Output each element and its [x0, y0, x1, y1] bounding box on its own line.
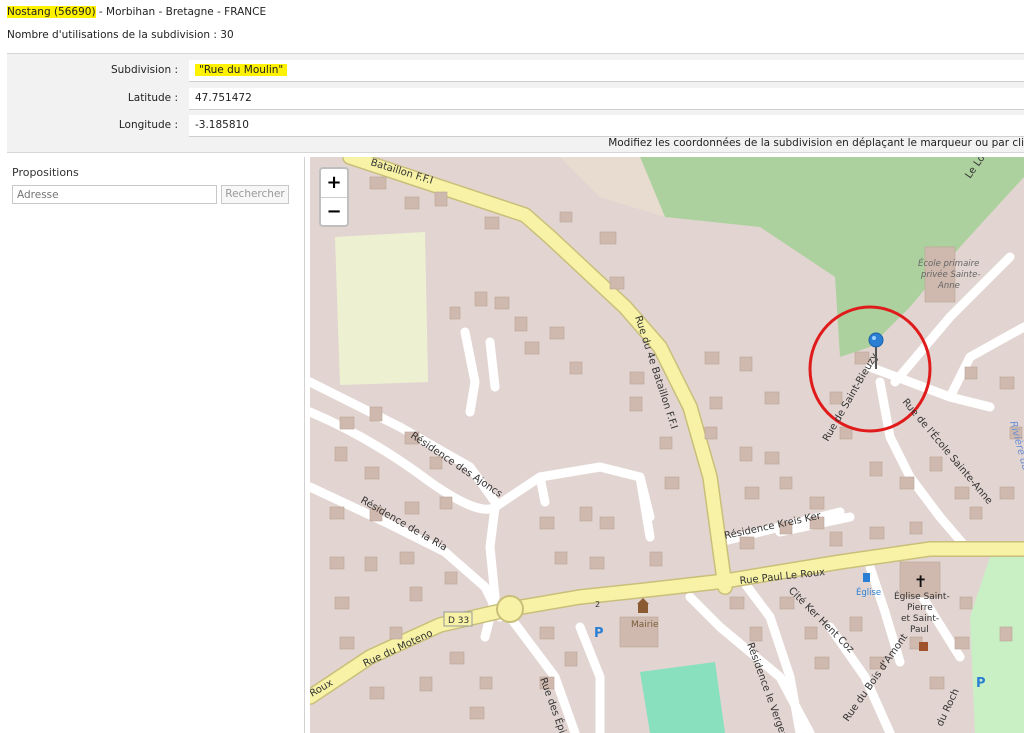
label-two: 2 [595, 600, 600, 609]
zoom-out-button[interactable]: − [321, 197, 347, 225]
subdivision-label: Subdivision : [110, 64, 178, 76]
propositions-panel: Propositions Rechercher [7, 157, 305, 733]
label-eglise-3: et Saint- [901, 614, 939, 624]
label-du-roch: du Roch [935, 687, 962, 728]
roundabout [496, 595, 524, 623]
map-canvas[interactable]: Bataillon F.F.I Rue du 4e Bataillon F.F.… [310, 157, 1024, 733]
propositions-title: Propositions [12, 166, 79, 179]
forest-area [640, 157, 1024, 357]
label-ecole-1: École primaire [918, 257, 979, 269]
label-eglise-1: Église Saint- [894, 590, 950, 602]
sports-field [640, 662, 725, 733]
longitude-label: Longitude : [118, 119, 178, 131]
label-eglise-2: Pierre [907, 603, 933, 613]
town-hall-roof [637, 598, 649, 604]
zoom-in-button[interactable]: + [321, 169, 347, 197]
latitude-label: Latitude : [127, 92, 178, 104]
subdivision-form: Subdivision : "Rue du Moulin" Latitude :… [7, 53, 1024, 153]
usage-count-line: Nombre d'utilisations de la subdivision … [7, 29, 234, 41]
label-ecole-3: Anne [937, 281, 960, 291]
label-rue-ecole-sainte-anne: Rue de l'École Sainte-Anne [900, 396, 996, 507]
subdivision-row: Subdivision : "Rue du Moulin" [7, 60, 1024, 82]
parking-icon: P [594, 626, 604, 641]
label-residence-ria: Résidence de la Ria [359, 494, 450, 553]
header: Nostang (56690) - Morbihan - Bretagne - … [0, 0, 1024, 52]
map-hint: Modifiez les coordonnées de la subdivisi… [608, 137, 1024, 149]
label-cite-ker-hent-coz: Cité Ker Hent Coz [786, 585, 857, 656]
map-view[interactable]: Bataillon F.F.I Rue du 4e Bataillon F.F.… [310, 157, 1024, 733]
marker-highlight [872, 336, 876, 340]
usage-count: 30 [220, 29, 234, 41]
green-area [970, 552, 1024, 733]
church-icon: ✝ [914, 572, 927, 591]
label-eglise-bus: Église [856, 586, 881, 598]
label-mairie: Mairie [631, 620, 659, 630]
bus-stop-icon [863, 573, 870, 582]
address-input[interactable] [12, 185, 217, 204]
subdivision-value: "Rue du Moulin" [195, 64, 288, 76]
label-residence-ajoncs: Résidence des Ajoncs [408, 430, 504, 500]
label-eglise-4: Paul [910, 625, 929, 635]
location-marker-icon[interactable] [868, 332, 884, 348]
commune-name: Nostang (56690) [7, 6, 96, 18]
library-icon [919, 642, 928, 651]
region-name: - Morbihan - Bretagne - FRANCE [95, 6, 267, 18]
search-button[interactable]: Rechercher [221, 185, 289, 204]
subdivision-field[interactable]: "Rue du Moulin" [189, 60, 1024, 82]
parking-icon: P [976, 676, 986, 691]
town-hall-icon [638, 604, 648, 613]
open-field [335, 232, 428, 385]
label-d33: D 33 [448, 616, 469, 626]
latitude-row: Latitude : 47.751472 [7, 88, 1024, 110]
longitude-row: Longitude : -3.185810 [7, 115, 1024, 137]
latitude-field[interactable]: 47.751472 [189, 88, 1024, 110]
usage-label: Nombre d'utilisations de la subdivision … [7, 29, 221, 41]
label-ecole-2: privée Sainte- [920, 269, 980, 280]
longitude-field[interactable]: -3.185810 [189, 115, 1024, 137]
location-line: Nostang (56690) - Morbihan - Bretagne - … [7, 6, 266, 18]
zoom-control: + − [319, 167, 349, 227]
